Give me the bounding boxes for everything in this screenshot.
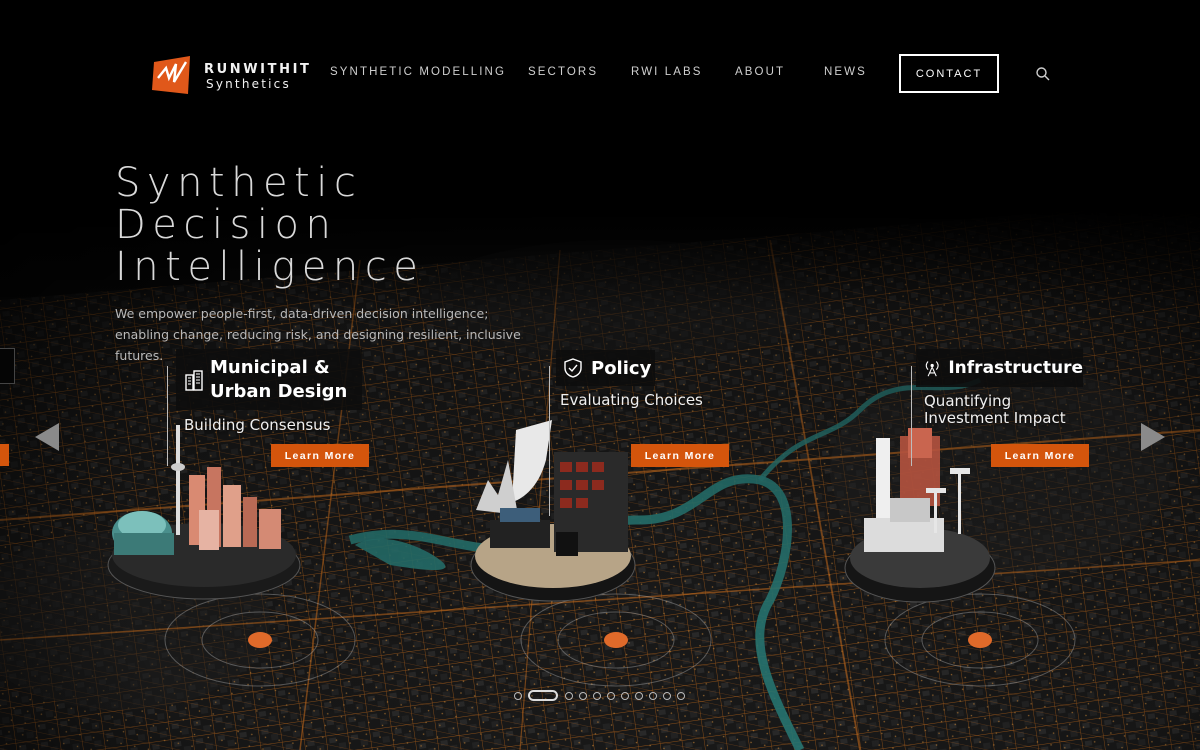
learn-more-button-policy[interactable]: Learn More [631, 444, 729, 467]
carousel-dot-active[interactable] [528, 690, 558, 701]
sector-title-line: Policy [591, 357, 652, 379]
control-room-illustration [470, 420, 636, 602]
nav-sectors[interactable]: SECTORS [528, 66, 598, 78]
sector-title-line: Municipal & [210, 356, 330, 378]
carousel-dot[interactable] [565, 692, 573, 700]
previous-slide-button-peek[interactable] [0, 444, 9, 466]
nav-about[interactable]: ABOUT [735, 66, 785, 78]
buildings-icon [185, 369, 203, 391]
shield-icon [564, 358, 582, 378]
carousel-dot[interactable] [514, 692, 522, 700]
radio-tower-icon [925, 361, 939, 377]
sector-subtitle-policy: Evaluating Choices [560, 391, 703, 409]
nav-synthetic-modelling[interactable]: SYNTHETIC MODELLING [330, 66, 506, 78]
sector-subtitle-line: Investment Impact [924, 409, 1066, 427]
logo-text-line1: RUNWITHIT [204, 62, 312, 77]
search-icon[interactable] [1035, 66, 1051, 82]
hero-title: Synthetic Decision Intelligence [115, 162, 424, 288]
logo-mark-icon [152, 56, 190, 94]
previous-slide-peek[interactable] [0, 348, 15, 384]
sector-card-infrastructure-title[interactable]: Infrastructure [916, 349, 1083, 387]
carousel-dot[interactable] [649, 692, 657, 700]
hero-title-line: Decision [115, 202, 338, 248]
card-connector-line [549, 366, 550, 516]
carousel-dot[interactable] [677, 692, 685, 700]
sector-title-line: Urban Design [210, 380, 348, 402]
hero-title-line: Intelligence [115, 244, 425, 290]
sector-title-line: Infrastructure [948, 358, 1083, 378]
learn-more-button-infrastructure[interactable]: Learn More [991, 444, 1089, 467]
learn-more-button-municipal[interactable]: Learn More [271, 444, 369, 467]
power-plant-illustration [844, 428, 996, 603]
sector-card-municipal-title[interactable]: Municipal & Urban Design [176, 349, 362, 410]
carousel-dot[interactable] [663, 692, 671, 700]
nav-rwi-labs[interactable]: RWI LABS [631, 66, 703, 78]
sector-subtitle-municipal: Building Consensus [184, 416, 331, 434]
sector-subtitle-line: Quantifying [924, 392, 1012, 410]
sector-card-policy-title[interactable]: Policy [556, 350, 655, 386]
sector-subtitle-infrastructure: Quantifying Investment Impact [924, 393, 1066, 427]
nav-news[interactable]: NEWS [824, 66, 867, 78]
carousel-dot[interactable] [621, 692, 629, 700]
carousel-dot[interactable] [593, 692, 601, 700]
carousel-dot[interactable] [635, 692, 643, 700]
site-header: RUNWITHIT Synthetics SYNTHETIC MODELLING… [0, 0, 1200, 140]
logo-text-line2: Synthetics [206, 77, 291, 91]
site-logo[interactable]: RUNWITHIT Synthetics [152, 52, 322, 96]
chevron-left-icon[interactable] [34, 422, 60, 452]
carousel-dot[interactable] [579, 692, 587, 700]
carousel-dot[interactable] [607, 692, 615, 700]
hero-title-line: Synthetic [115, 160, 363, 206]
card-connector-line [167, 366, 168, 466]
contact-button[interactable]: CONTACT [899, 54, 999, 93]
card-connector-line [911, 366, 912, 466]
chevron-right-icon[interactable] [1140, 422, 1166, 452]
